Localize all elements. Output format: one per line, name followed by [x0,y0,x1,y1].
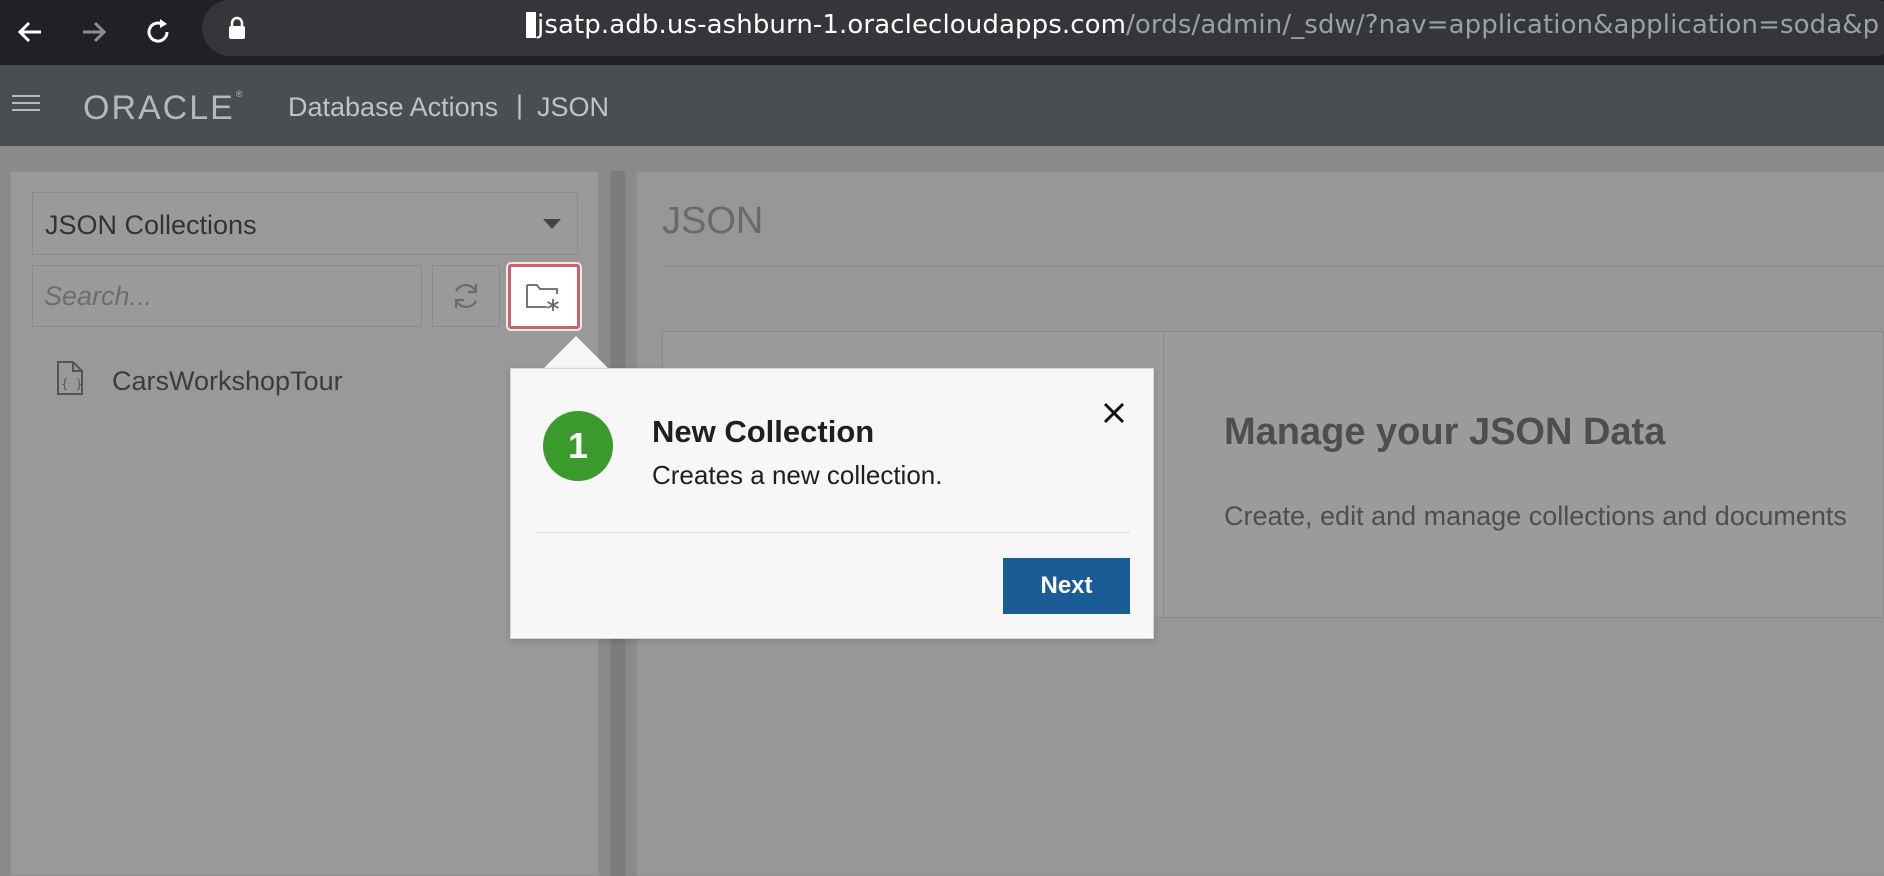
svg-text:{ }: { } [61,377,83,391]
text-cursor [526,12,536,38]
url-host: jsatp.adb.us-ashburn-1.oraclecloudapps.c… [537,10,1127,40]
oracle-logo: ORACLE® [83,89,244,128]
collections-dropdown-label: JSON Collections [45,210,257,240]
title-separator: | [516,90,524,120]
next-button[interactable]: Next [1003,558,1130,614]
lock-icon [229,16,245,39]
close-icon [1103,402,1125,424]
intro-card-divider [1163,332,1164,619]
popover-title: New Collection [652,414,875,449]
collections-dropdown[interactable]: JSON Collections [32,192,578,255]
intro-heading: Manage your JSON Data [1224,411,1666,453]
page-title: JSON [662,200,764,242]
step-badge: 1 [543,411,613,481]
back-arrow-icon [17,21,41,43]
popover-divider [536,532,1130,533]
chevron-down-icon [543,219,561,229]
logo-registered-mark: ® [235,89,245,99]
new-folder-icon [526,283,559,311]
search-input[interactable] [32,265,422,327]
browser-toolbar: jsatp.adb.us-ashburn-1.oraclecloudapps.c… [0,0,1884,65]
refresh-icon [454,283,478,309]
reload-icon [147,19,169,43]
refresh-button[interactable] [432,265,500,327]
intro-text: Create, edit and manage collections and … [1224,501,1847,531]
app-title: Database Actions [288,92,499,122]
popover-description: Creates a new collection. [652,460,943,490]
close-button[interactable] [1098,397,1130,429]
forward-arrow-icon [83,21,107,43]
url-path: /ords/admin/_sdw/?nav=application&applic… [1126,10,1880,40]
app-header: ORACLE® Database Actions | JSON [0,65,1884,146]
new-collection-button[interactable] [508,264,580,329]
section-title: JSON [537,92,610,122]
collection-item-label: CarsWorkshopTour [112,366,343,396]
title-divider [662,266,1884,267]
menu-icon[interactable] [12,95,40,115]
forward-button[interactable] [70,8,118,56]
json-document-icon: { } [57,361,83,395]
back-button[interactable] [6,8,54,56]
url-text[interactable]: jsatp.adb.us-ashburn-1.oraclecloudapps.c… [526,10,1879,40]
logo-text: ORACLE [83,89,235,127]
reload-button[interactable] [134,8,182,56]
popover-pointer [542,336,610,370]
tour-popover: 1 New Collection Creates a new collectio… [510,368,1154,639]
